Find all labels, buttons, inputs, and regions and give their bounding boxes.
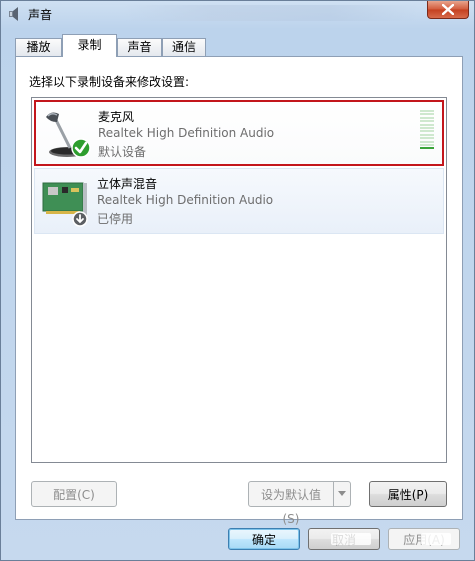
level-meter-segment — [420, 123, 434, 126]
level-meter-segment — [420, 133, 434, 136]
device-driver: Realtek High Definition Audio — [97, 193, 274, 207]
title-bar[interactable]: 声音 — [1, 1, 474, 29]
sound-dialog-window: 声音 播放 录制 声音 通信 选择以下录制设备来修改设置: 麦克风 Realte… — [0, 0, 475, 561]
recording-device-list[interactable]: 麦克风 Realtek High Definition Audio 默认设备 立… — [31, 97, 447, 463]
speaker-app-icon — [9, 7, 18, 21]
instruction-label: 选择以下录制设备来修改设置: — [29, 75, 190, 89]
level-meter-segment — [420, 110, 434, 112]
default-check-icon — [71, 138, 91, 158]
device-name: 麦克风 — [98, 110, 135, 124]
blurred-region — [121, 5, 421, 21]
level-meter-segment — [420, 116, 434, 119]
ok-button[interactable]: 确定 — [228, 528, 300, 550]
watermark-smear — [331, 533, 371, 545]
sound-card-icon — [42, 182, 88, 227]
set-default-button[interactable]: 设为默认值(S) — [248, 481, 334, 526]
device-item-stereo-mix[interactable]: 立体声混音 Realtek High Definition Audio 已停用 — [34, 168, 444, 234]
microphone-icon — [46, 112, 91, 158]
tab-recording[interactable]: 录制 — [62, 34, 117, 57]
set-default-dropdown-button[interactable] — [333, 481, 351, 507]
watermark-smear — [421, 533, 451, 545]
input-level-meter — [420, 110, 434, 150]
tab-playback[interactable]: 播放 — [15, 38, 62, 56]
device-item-microphone[interactable]: 麦克风 Realtek High Definition Audio 默认设备 — [34, 100, 444, 166]
level-meter-segment — [420, 140, 434, 143]
recording-tab-panel: 选择以下录制设备来修改设置: 麦克风 Realtek High Definiti… — [15, 56, 463, 526]
level-meter-segment — [420, 113, 434, 116]
close-button[interactable] — [427, 1, 469, 19]
device-status: 已停用 — [97, 212, 134, 226]
tab-communications[interactable]: 通信 — [162, 38, 206, 56]
level-meter-segment — [420, 144, 434, 146]
level-meter-segment — [420, 127, 434, 129]
configure-button[interactable]: 配置(C) — [31, 481, 117, 507]
level-meter-segment — [420, 147, 434, 150]
device-name: 立体声混音 — [97, 177, 158, 191]
level-meter-segment — [420, 130, 434, 133]
level-meter-segment — [420, 137, 434, 140]
level-meter-segment — [420, 120, 434, 123]
window-title: 声音 — [28, 8, 53, 22]
device-driver: Realtek High Definition Audio — [98, 126, 275, 140]
properties-button[interactable]: 属性(P) — [369, 481, 447, 507]
close-icon — [442, 4, 454, 15]
chevron-down-icon — [338, 491, 346, 496]
tab-sounds[interactable]: 声音 — [117, 38, 162, 56]
device-status: 默认设备 — [98, 145, 147, 159]
